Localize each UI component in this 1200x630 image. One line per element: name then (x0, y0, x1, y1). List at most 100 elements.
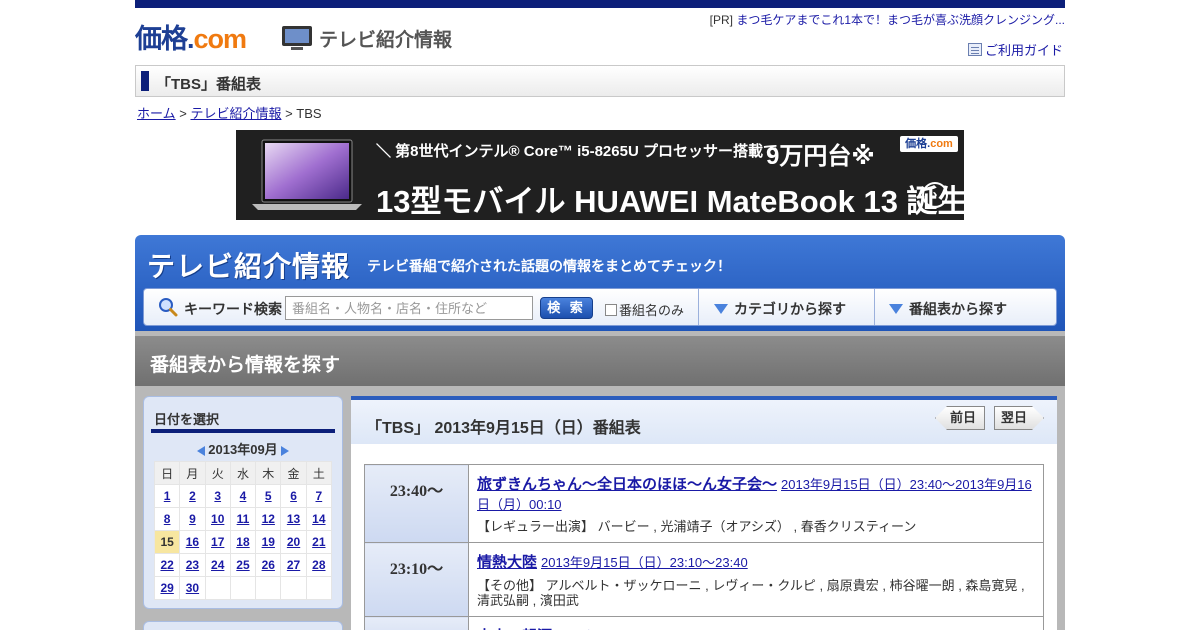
banner-line2: 13型モバイル HUAWEI MateBook 13 誕生 (376, 184, 964, 219)
calendar-day-cell: 14 (305, 507, 333, 531)
weekday-label: 木 (255, 461, 282, 485)
calendar-day-cell (255, 576, 282, 600)
calendar-day-link[interactable]: 9 (189, 512, 196, 526)
breadcrumb: ホーム > テレビ紹介情報 > TBS (137, 103, 322, 122)
divider (874, 289, 875, 325)
program-date-link[interactable]: 2013年9月15日（日）23:10～23:40 (541, 555, 748, 570)
section-title: 番組表から情報を探す (150, 355, 341, 376)
banner-logo: 価格.com (900, 136, 958, 152)
calendar-day-link[interactable]: 30 (186, 581, 199, 595)
calendar-day-link[interactable]: 3 (214, 489, 221, 503)
schedule-title: 「TBS」 2013年9月15日（日）番組表 (366, 420, 641, 437)
calendar-day-cell (229, 576, 257, 600)
calendar-day-cell: 20 (280, 530, 307, 554)
nav-schedule[interactable]: 番組表から探す (889, 299, 1007, 319)
calendar-day-link[interactable]: 21 (312, 535, 325, 549)
calendar-day-link[interactable]: 29 (160, 581, 173, 595)
breadcrumb-current: TBS (296, 106, 322, 121)
calendar-day-cell: 2 (179, 484, 206, 508)
calendar-day-link[interactable]: 28 (312, 558, 325, 572)
search-icon (159, 298, 178, 317)
pr-link[interactable]: まつ毛ケアまでこれ1本で！まつ毛が喜ぶ洗顔クレンジング... (736, 13, 1065, 27)
weekday-label: 日 (153, 461, 181, 485)
search-bar: キーワード検索 検 索 番組名のみ カテゴリから探す 番組表から探す (143, 288, 1057, 326)
calendar-day-link[interactable]: 4 (240, 489, 247, 503)
calendar-grid: 日月火水木金土 1 2 3 4 5 6 7 8 9 10 11 12 13 14 15 16 17 18 19 20 21… (153, 461, 333, 600)
guide-link[interactable]: ご利用ガイド (985, 40, 1063, 59)
calendar-day-link[interactable]: 5 (265, 489, 272, 503)
calendar-day-cell: 17 (204, 530, 231, 554)
calendar-day-cell: 4 (229, 484, 257, 508)
logo-text: 価格.com (135, 23, 247, 54)
calendar-day-link[interactable]: 23 (186, 558, 199, 572)
tv-icon (282, 26, 312, 50)
calendar-day-link[interactable]: 16 (186, 535, 199, 549)
calendar-day-link[interactable]: 10 (211, 512, 224, 526)
calendar-day-link[interactable]: 18 (236, 535, 249, 549)
calendar-week-row: 8 9 10 11 12 13 14 (153, 507, 333, 531)
top-bar (135, 0, 1065, 8)
calendar-day-cell (280, 576, 307, 600)
weekday-label: 金 (280, 461, 307, 485)
calendar-day-link[interactable]: 17 (211, 535, 224, 549)
pr-line: [PR] まつ毛ケアまでこれ1本で！まつ毛が喜ぶ洗顔クレンジング... (710, 11, 1065, 28)
calendar-day-link[interactable]: 12 (262, 512, 275, 526)
calendar-day-link[interactable]: 6 (290, 489, 297, 503)
calendar-day-link[interactable]: 11 (237, 512, 250, 526)
calendar-day-cell: 6 (280, 484, 307, 508)
calendar-day-link[interactable]: 24 (211, 558, 224, 572)
calendar-day-cell: 11 (229, 507, 257, 531)
calendar-day-cell: 10 (204, 507, 231, 531)
triangle-down-icon (889, 304, 903, 314)
program-cast: 【レギュラー出演】 バービー , 光浦靖子（オアシズ） , 春香クリスティーン (477, 519, 917, 534)
weekday-label: 火 (204, 461, 231, 485)
calendar-day-link[interactable]: 27 (287, 558, 300, 572)
tv-info-box: テレビ紹介情報 テレビ番組で紹介された話題の情報をまとめてチェック！ キーワード… (135, 235, 1065, 331)
prev-month-icon[interactable] (197, 445, 206, 456)
breadcrumb-sep: > (175, 106, 191, 121)
search-input[interactable] (285, 296, 533, 320)
prev-day-button[interactable]: 前日 (935, 406, 985, 430)
calendar-day-link[interactable]: 13 (287, 512, 300, 526)
month-nav: 2013年09月 (144, 439, 342, 458)
calendar-day-cell: 26 (255, 553, 282, 577)
divider (698, 289, 699, 325)
calendar-day-link[interactable]: 25 (236, 558, 249, 572)
program-time: 23:04～ (364, 616, 469, 630)
calendar-day-cell: 1 (153, 484, 181, 508)
breadcrumb-home[interactable]: ホーム (137, 106, 176, 121)
nav-category[interactable]: カテゴリから探す (714, 299, 846, 319)
calendar-week-row: 15 16 17 18 19 20 21 (153, 530, 333, 554)
calendar-day-link[interactable]: 14 (312, 512, 325, 526)
calendar-day-link[interactable]: 7 (316, 489, 323, 503)
triangle-down-icon (714, 304, 728, 314)
calendar-day-link[interactable]: 20 (287, 535, 300, 549)
next-day-button[interactable]: 翌日 (994, 406, 1044, 430)
calendar-day-link[interactable]: 19 (262, 535, 275, 549)
calendar-day-link[interactable]: 1 (164, 489, 171, 503)
search-button[interactable]: 検 索 (540, 297, 593, 319)
page-title: 「TBS」番組表 (156, 76, 262, 93)
calendar-day-cell (204, 576, 231, 600)
banner-price: 9万円台※ (766, 143, 875, 170)
calendar-day-link[interactable]: 8 (164, 512, 171, 526)
calendar-day-cell: 7 (305, 484, 333, 508)
program-row: 23:40～ 旅ずきんちゃん～全日本のほほ～ん女子会～ 2013年9月15日（日）2… (364, 464, 1044, 543)
kakaku-logo[interactable]: 価格.com (135, 20, 247, 54)
calendar-day-cell: 21 (305, 530, 333, 554)
program-only-checkbox[interactable]: 番組名のみ (605, 300, 684, 319)
checkbox-box[interactable] (605, 303, 617, 316)
program-title-link[interactable]: 情熱大陸 (477, 554, 537, 571)
tv-section-title[interactable]: テレビ紹介情報 (319, 25, 452, 52)
calendar-day-link[interactable]: 26 (262, 558, 275, 572)
calendar-week-row: 29 30 (153, 576, 333, 600)
program-title-link[interactable]: 旅ずきんちゃん～全日本のほほ～ん女子会～ (477, 476, 777, 493)
ad-banner[interactable]: ＼ 第8世代インテル® Core™ i5-8265U プロセッサー搭載で 9万円… (236, 130, 964, 220)
calendar-day-link[interactable]: 2 (189, 489, 196, 503)
breadcrumb-sep: > (281, 106, 297, 121)
next-month-icon[interactable] (280, 445, 289, 456)
breadcrumb-tv[interactable]: テレビ紹介情報 (190, 106, 281, 121)
date-picker-rule (151, 429, 335, 433)
calendar-day-link[interactable]: 22 (160, 558, 173, 572)
program-table: 23:40～ 旅ずきんちゃん～全日本のほほ～ん女子会～ 2013年9月15日（日）2… (364, 464, 1044, 630)
